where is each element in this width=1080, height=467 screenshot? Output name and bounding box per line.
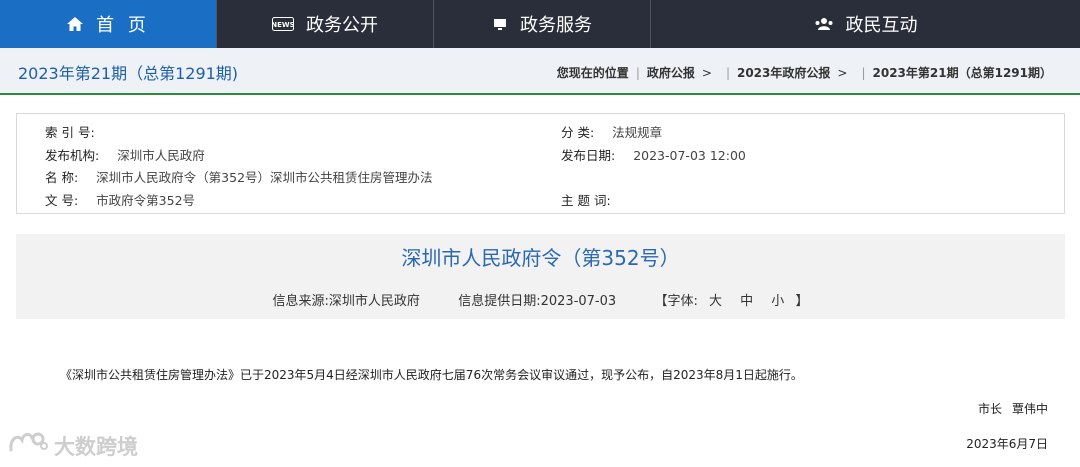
font-size-small-button[interactable]: 小 <box>771 294 784 309</box>
breadcrumb: 您现在的位置 | 政府公报 > | 2023年政府公报 > | 2023年第21… <box>557 64 1052 81</box>
info-row-publish-date: 发布日期: 2023-07-03 12:00 <box>561 145 746 164</box>
keywords-label: 主 题 词: <box>561 193 611 208</box>
nav-item-label: 政民互动 <box>845 15 918 36</box>
signer-name: 覃伟中 <box>1011 402 1048 416</box>
nav-item-government-affairs-open[interactable]: NEWS 政务公开 <box>217 0 434 48</box>
breadcrumb-divider: | <box>635 65 640 80</box>
provided-date-value: 2023-07-03 <box>540 294 617 309</box>
source-value: 深圳市人民政府 <box>328 294 420 309</box>
info-row-publisher: 发布机构: 深圳市人民政府 <box>45 145 205 163</box>
home-icon <box>66 16 84 32</box>
issue-bar: 2023年第21期（总第1291期) 您现在的位置 | 政府公报 > | 202… <box>0 48 1080 95</box>
breadcrumb-item-current-issue[interactable]: 2023年第21期（总第1291期） <box>873 64 1053 81</box>
breadcrumb-divider: | <box>861 65 866 80</box>
people-icon <box>814 17 834 31</box>
info-row-document-number: 文 号: 市政府令第352号 <box>45 190 195 208</box>
font-size-open: 【字体: <box>654 294 698 309</box>
watermark: 大数跨境 <box>8 430 138 461</box>
publish-date-value: 2023-07-03 12:00 <box>633 148 746 163</box>
category-value: 法规规章 <box>612 125 663 140</box>
breadcrumb-item-government-gazette[interactable]: 政府公报 <box>647 64 695 81</box>
source-label: 信息来源: <box>272 294 329 309</box>
nav-item-home[interactable]: 首 页 <box>0 0 217 48</box>
font-size-close: 】 <box>795 294 809 309</box>
info-row-index: 索 引 号: <box>45 122 109 140</box>
provided-date-label: 信息提供日期: <box>458 294 541 309</box>
sign-date: 2023年6月7日 <box>966 437 1048 451</box>
category-label: 分 类: <box>561 125 595 140</box>
info-row-name: 名 称: 深圳市人民政府令（第352号）深圳市公共租赁住房管理办法 <box>45 167 433 185</box>
nav-item-label: 政务公开 <box>306 15 378 36</box>
document-body-paragraph: 《深圳市公共租赁住房管理办法》已于2023年5月4日经深圳市人民政府七届76次常… <box>60 368 803 382</box>
document-title: 深圳市人民政府令（第352号） <box>401 246 680 270</box>
document-number-value: 市政府令第352号 <box>96 193 196 208</box>
font-size-large-button[interactable]: 大 <box>709 294 722 309</box>
name-value: 深圳市人民政府令（第352号）深圳市公共租赁住房管理办法 <box>96 170 433 185</box>
font-size-medium-button[interactable]: 中 <box>740 294 753 309</box>
index-label: 索 引 号: <box>45 125 95 140</box>
top-nav: 首 页 NEWS 政务公开 政务服务 政民互动 <box>0 0 1080 48</box>
publish-date-label: 发布日期: <box>561 148 616 163</box>
news-icon: NEWS <box>272 17 294 31</box>
signature: 市长 覃伟中 <box>978 400 1048 417</box>
info-row-category: 分 类: 法规规章 <box>561 122 662 141</box>
watermark-text: 大数跨境 <box>54 434 138 459</box>
breadcrumb-label: 您现在的位置 <box>556 66 629 80</box>
nav-item-government-services[interactable]: 政务服务 <box>434 0 651 48</box>
nav-item-label: 首 页 <box>96 15 150 36</box>
breadcrumb-arrow: > <box>701 65 712 80</box>
watermark-logo-icon <box>8 430 48 461</box>
signer-title: 市长 <box>977 402 1002 416</box>
info-row-keywords: 主 题 词: <box>561 190 625 209</box>
document-info-box: 索 引 号: 分 类: 法规规章 发布机构: 深圳市人民政府 发布日期: 202… <box>16 113 1065 214</box>
breadcrumb-item-2023-gazette[interactable]: 2023年政府公报 <box>737 64 830 81</box>
document-number-label: 文 号: <box>45 193 79 208</box>
breadcrumb-arrow: > <box>837 65 848 80</box>
publisher-label: 发布机构: <box>45 148 100 163</box>
nav-item-label: 政务服务 <box>520 15 592 36</box>
name-label: 名 称: <box>45 170 79 185</box>
document-meta: 信息来源:深圳市人民政府 信息提供日期:2023-07-03 【字体: 大 中 … <box>16 290 1065 309</box>
monitor-icon <box>492 16 508 32</box>
breadcrumb-divider: | <box>725 65 730 80</box>
nav-item-public-interaction[interactable]: 政民互动 <box>651 0 1080 48</box>
document-title-panel: 深圳市人民政府令（第352号） 信息来源:深圳市人民政府 信息提供日期:2023… <box>16 234 1065 319</box>
publisher-value: 深圳市人民政府 <box>117 148 205 163</box>
issue-title: 2023年第21期（总第1291期) <box>18 64 239 83</box>
svg-text:NEWS: NEWS <box>272 21 294 29</box>
